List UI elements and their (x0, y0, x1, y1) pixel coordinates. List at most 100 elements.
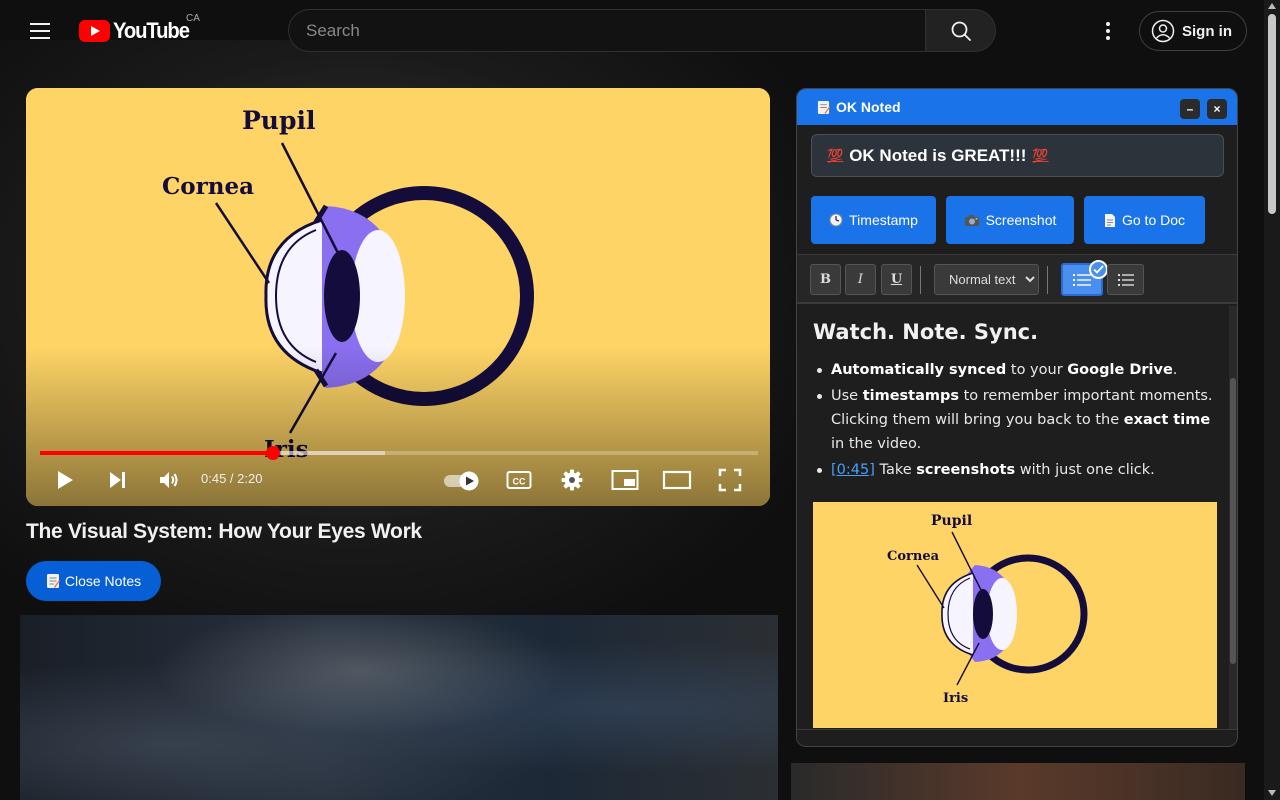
scroll-down-arrow-icon[interactable] (1268, 790, 1276, 796)
search-input[interactable] (289, 10, 926, 51)
go-to-doc-button[interactable]: Go to Doc (1084, 196, 1205, 244)
screenshot-button[interactable]: Screenshot (946, 196, 1074, 244)
logo-text: YouTube (113, 18, 189, 44)
text: . (1173, 362, 1178, 378)
blurred-recommendation (791, 763, 1245, 800)
svg-text:CC: CC (513, 477, 526, 487)
bold-text: Google Drive (1067, 362, 1173, 378)
time-display: 0:45 / 2:20 (201, 471, 262, 486)
more-options-icon[interactable] (1094, 16, 1122, 46)
theater-mode-button[interactable] (660, 464, 694, 496)
sign-in-label: Sign in (1182, 23, 1232, 40)
bullet-list-icon (1073, 273, 1091, 287)
miniplayer-button[interactable] (608, 464, 642, 496)
toolbar-divider (1047, 266, 1048, 294)
list-item: Automatically synced to your Google Driv… (813, 358, 1213, 382)
close-notes-button[interactable]: Close Notes (26, 561, 161, 601)
close-button[interactable]: × (1207, 99, 1227, 119)
label-cornea: Cornea (887, 549, 940, 564)
autoplay-toggle-icon (442, 468, 482, 492)
bold-text: Automatically synced (831, 362, 1006, 378)
editor-scroll-thumb[interactable] (1230, 378, 1236, 664)
miniplayer-icon (611, 469, 639, 491)
bold-button[interactable]: B (810, 264, 841, 295)
formatting-toolbar: B I U Normal text (797, 254, 1237, 304)
account-icon (1151, 19, 1175, 43)
panel-header[interactable]: OK Noted (797, 89, 1237, 125)
timestamp-label: Timestamp (849, 212, 918, 228)
close-notes-label: Close Notes (65, 573, 141, 589)
menu-icon[interactable] (22, 13, 58, 49)
play-icon (54, 468, 76, 492)
search-box (288, 9, 926, 52)
label-cornea: Cornea (162, 173, 254, 200)
settings-button[interactable] (557, 464, 587, 496)
timestamp-button[interactable]: Timestamp (811, 196, 936, 244)
minimize-button[interactable]: – (1180, 99, 1200, 119)
italic-button[interactable]: I (845, 264, 876, 295)
hundred-points-icon: 💯 (1032, 148, 1048, 164)
controls-gradient (26, 346, 770, 506)
editor-bullet-list: Automatically synced to your Google Driv… (813, 358, 1213, 482)
search-button[interactable] (925, 9, 996, 52)
panel-title: OK Noted (836, 99, 901, 115)
text-style-select[interactable]: Normal text (934, 264, 1039, 295)
go-to-doc-label: Go to Doc (1122, 212, 1185, 228)
gear-icon (560, 468, 584, 492)
masthead: YouTube CA Sign in (0, 0, 1264, 62)
slogan-banner: 💯 OK Noted is GREAT!!! 💯 (811, 134, 1224, 177)
mute-button[interactable] (154, 464, 184, 496)
theater-icon (662, 469, 692, 491)
slogan-text: OK Noted is GREAT!!! (849, 146, 1026, 166)
scrubber-knob[interactable] (266, 446, 280, 460)
checkmark-icon (1089, 260, 1108, 279)
text: Use (831, 388, 863, 404)
numbered-list-button[interactable] (1107, 264, 1144, 295)
progress-bar[interactable] (40, 451, 758, 455)
fullscreen-icon (718, 468, 742, 492)
label-iris: Iris (943, 691, 968, 706)
screenshot-image[interactable]: Pupil Cornea Iris (813, 502, 1217, 728)
memo-icon (817, 100, 830, 115)
bold-text: exact time (1124, 412, 1210, 428)
scroll-thumb[interactable] (1268, 14, 1276, 214)
numbered-list-icon (1118, 273, 1134, 287)
next-button[interactable] (102, 464, 132, 496)
notes-editor[interactable]: Watch. Note. Sync. Automatically synced … (797, 306, 1229, 729)
sign-in-button[interactable]: Sign in (1139, 11, 1247, 51)
bold-text: screenshots (916, 462, 1015, 478)
blurred-content-area (20, 615, 778, 800)
timestamp-link[interactable]: [0:45] (831, 462, 875, 478)
play-button[interactable] (50, 464, 80, 496)
camera-icon (964, 214, 980, 227)
text: Take (875, 462, 916, 478)
captions-icon: CC (506, 469, 532, 491)
underline-button[interactable]: U (881, 264, 912, 295)
label-pupil: Pupil (931, 513, 972, 529)
hundred-points-icon: 💯 (827, 148, 843, 164)
youtube-logo[interactable]: YouTube (79, 18, 195, 44)
search-icon (949, 19, 973, 43)
screenshot-label: Screenshot (986, 212, 1057, 228)
clock-icon (829, 213, 843, 227)
fullscreen-button[interactable] (714, 464, 746, 496)
text: with just one click. (1015, 462, 1155, 478)
captions-button[interactable]: CC (504, 464, 534, 496)
video-player[interactable]: Pupil Cornea Iris 0:45 / 2:20 CC (26, 88, 770, 506)
country-code: CA (186, 13, 200, 24)
autoplay-toggle[interactable] (442, 464, 482, 496)
list-item: Use timestamps to remember important mom… (813, 384, 1213, 456)
volume-icon (157, 468, 181, 492)
memo-icon (46, 573, 60, 589)
ok-noted-panel: OK Noted – × 💯 OK Noted is GREAT!!! 💯 Ti… (796, 88, 1238, 747)
panel-footer (797, 729, 1237, 747)
page-scrollbar[interactable] (1264, 0, 1280, 800)
toolbar-divider (920, 266, 921, 294)
scroll-up-arrow-icon[interactable] (1268, 3, 1276, 9)
youtube-play-icon (79, 20, 110, 42)
label-pupil: Pupil (242, 106, 315, 135)
progress-played (40, 451, 273, 455)
editor-heading: Watch. Note. Sync. (813, 320, 1213, 344)
editor-scrollbar[interactable] (1229, 306, 1237, 729)
document-icon (1104, 213, 1116, 228)
